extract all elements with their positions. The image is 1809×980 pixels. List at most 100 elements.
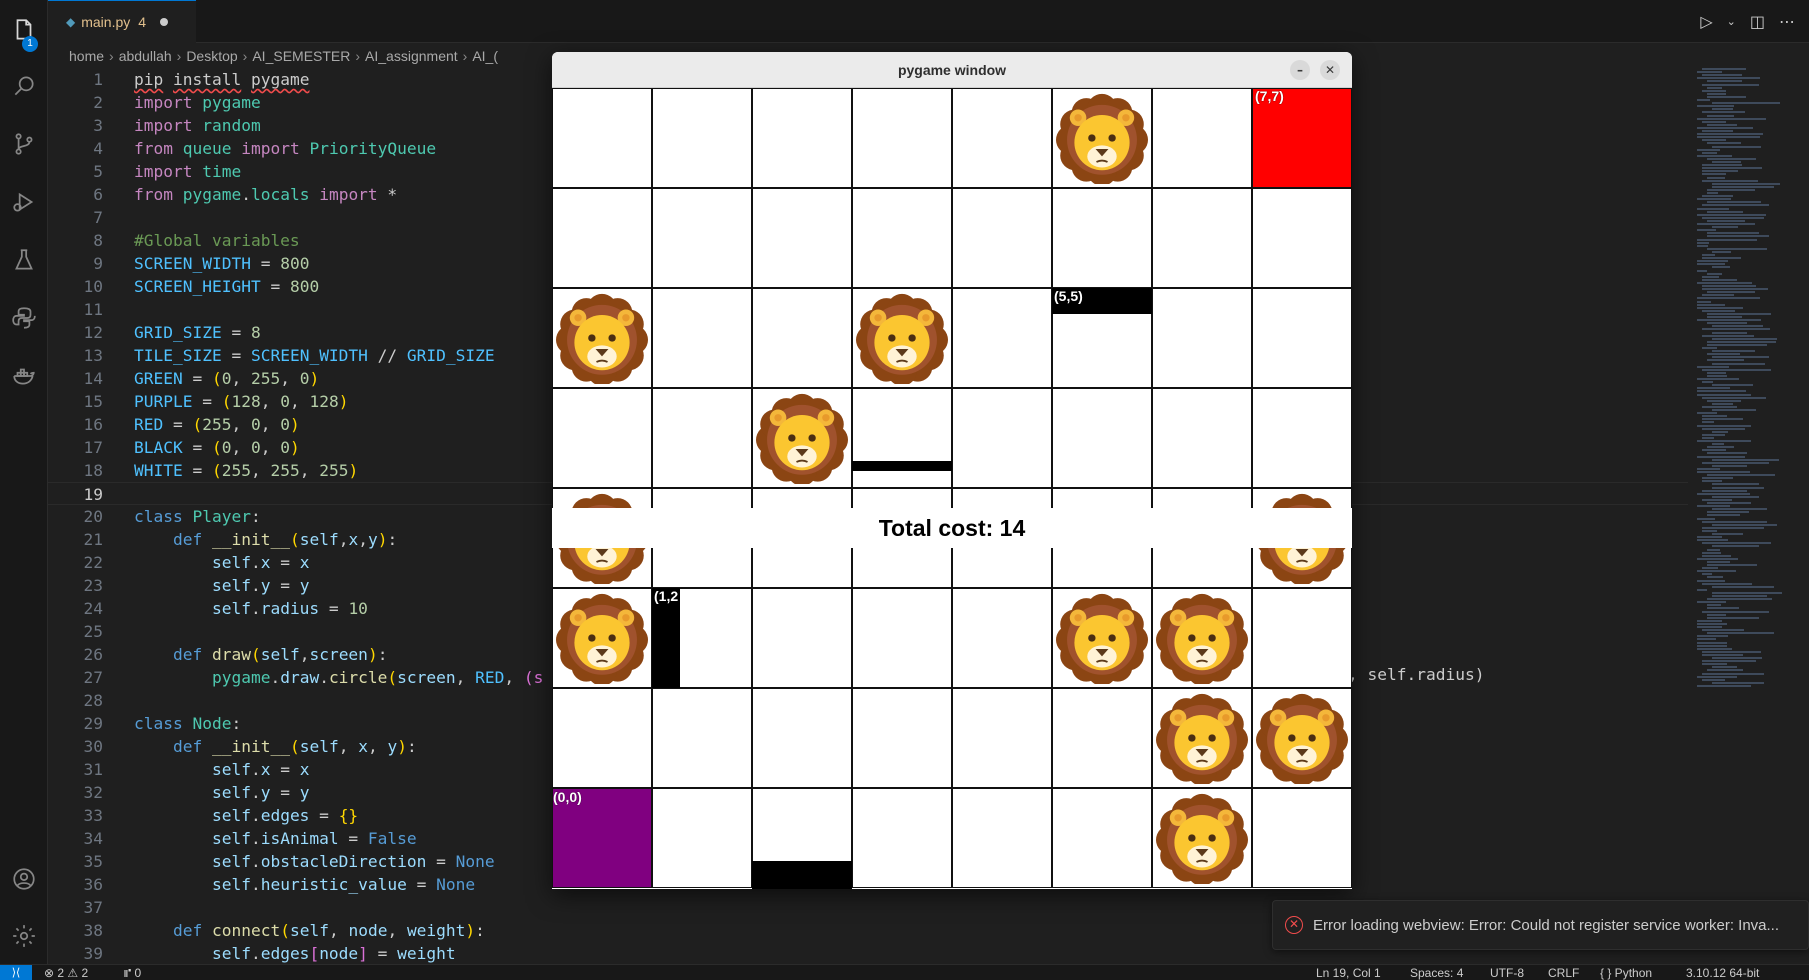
status-indentation[interactable]: Spaces: 4	[1410, 966, 1463, 980]
minimap-line	[1707, 598, 1772, 601]
minimap-line	[1707, 359, 1744, 362]
close-icon[interactable]: ✕	[1320, 60, 1340, 80]
status-ports[interactable]: ⑈ 0	[124, 966, 141, 980]
run-file-icon[interactable]: ▷	[1700, 12, 1712, 31]
minimap-line	[1697, 467, 1720, 470]
breadcrumb-item[interactable]: Desktop	[186, 48, 237, 64]
unsaved-dot-icon[interactable]	[160, 18, 169, 26]
minimap-line	[1712, 226, 1738, 229]
minimap-line	[1697, 281, 1753, 284]
minimap-line	[1707, 192, 1719, 194]
tab-file-name: main.py	[81, 14, 131, 30]
error-notification[interactable]: ✕ Error loading webview: Error: Could no…	[1272, 900, 1809, 950]
minimap-line	[1697, 644, 1727, 647]
minimap-line	[1697, 229, 1717, 232]
breadcrumb-item[interactable]: AI_assignment	[365, 48, 458, 64]
minimap-line	[1712, 657, 1763, 659]
grid-cell	[652, 788, 752, 888]
grid-cell	[652, 388, 752, 488]
minimap-line	[1707, 201, 1762, 204]
status-eol[interactable]: CRLF	[1548, 966, 1579, 980]
chevron-right-icon: ›	[462, 48, 468, 64]
minimap-line	[1697, 306, 1744, 309]
editor-scrollbar[interactable]	[1795, 68, 1809, 964]
minimap-line	[1697, 412, 1717, 415]
tab-main-py[interactable]: ◆ main.py 4	[48, 0, 196, 43]
grid-cell	[952, 588, 1052, 688]
minimap-line	[1712, 495, 1759, 498]
search-icon[interactable]	[0, 62, 48, 110]
minimap-line	[1702, 660, 1757, 663]
minimap-line	[1702, 334, 1755, 337]
minimap-line	[1712, 161, 1742, 163]
breadcrumb-item[interactable]: AI_SEMESTER	[252, 48, 350, 64]
files-icon[interactable]: 1	[0, 6, 48, 54]
breadcrumb: home › abdullah › Desktop › AI_SEMESTER › AI…	[69, 45, 498, 67]
minimize-icon[interactable]: –	[1290, 60, 1310, 80]
grid-cell	[952, 188, 1052, 288]
minimap-line	[1707, 607, 1740, 610]
minimap-line	[1712, 266, 1731, 269]
minimap-line	[1697, 148, 1721, 151]
grid-cell	[852, 588, 952, 688]
pygame-canvas[interactable]: (7,7) (0,0) (5,5) (1,2 Total cost: 14	[552, 88, 1352, 889]
minimap-line	[1712, 595, 1768, 597]
minimap-line	[1702, 582, 1753, 585]
minimap-line	[1702, 204, 1770, 207]
minimap-line	[1712, 362, 1766, 365]
status-problems[interactable]: ⊗ 2 ⚠ 2	[44, 966, 88, 980]
lion-icon	[1156, 692, 1248, 786]
minimap-line	[1697, 570, 1737, 573]
error-icon: ✕	[1285, 916, 1303, 934]
docker-icon[interactable]	[0, 352, 48, 400]
account-icon[interactable]	[0, 855, 48, 903]
pygame-window[interactable]: pygame window – ✕ (7,7) (0,0) (5,5) (1,2 Tot…	[552, 52, 1352, 889]
minimap-line	[1697, 223, 1755, 225]
status-encoding[interactable]: UTF-8	[1490, 966, 1524, 980]
minimap-line	[1702, 405, 1738, 408]
grid-cell	[852, 388, 952, 488]
minimap-line	[1702, 477, 1734, 480]
pygame-titlebar[interactable]: pygame window – ✕	[552, 52, 1352, 88]
source-control-icon[interactable]	[0, 120, 48, 168]
settings-gear-icon[interactable]	[0, 912, 48, 960]
minimap-line	[1697, 471, 1751, 473]
split-editor-icon[interactable]: ◫	[1750, 12, 1765, 31]
minimap-line	[1707, 514, 1741, 517]
run-dropdown-chevron-icon[interactable]: ⌄	[1727, 15, 1736, 28]
python-icon[interactable]	[0, 294, 48, 342]
obstacle-wall	[852, 461, 952, 471]
more-actions-icon[interactable]: ⋯	[1779, 12, 1795, 31]
minimap-line	[1697, 133, 1763, 136]
grid-cell	[852, 188, 952, 288]
breadcrumb-item[interactable]: abdullah	[119, 48, 172, 64]
minimap[interactable]	[1697, 68, 1795, 708]
grid-cell	[752, 188, 852, 288]
grid-cell	[1252, 388, 1352, 488]
status-cursor-position[interactable]: Ln 19, Col 1	[1316, 966, 1381, 980]
minimap-line	[1702, 278, 1737, 281]
editor-actions: ▷ ⌄ ◫ ⋯	[1700, 0, 1809, 43]
status-interpreter[interactable]: 3.10.12 64-bit	[1686, 966, 1759, 980]
minimap-line	[1712, 145, 1762, 148]
minimap-line	[1702, 498, 1733, 501]
breadcrumb-item[interactable]: home	[69, 48, 104, 64]
testing-icon[interactable]	[0, 236, 48, 284]
remote-indicator-icon[interactable]: ⟩⟨	[0, 965, 32, 980]
minimap-line	[1697, 579, 1726, 582]
minimap-line	[1707, 548, 1721, 551]
chevron-right-icon: ›	[242, 48, 248, 64]
grid-cell	[852, 788, 952, 888]
minimap-line	[1697, 244, 1709, 247]
minimap-line	[1702, 381, 1714, 384]
run-debug-icon[interactable]	[0, 178, 48, 226]
minimap-line	[1702, 74, 1743, 77]
breadcrumb-item[interactable]: AI_(	[472, 48, 498, 64]
status-language[interactable]: { } Python	[1600, 966, 1652, 980]
minimap-line	[1697, 622, 1727, 625]
minimap-line	[1702, 120, 1726, 123]
minimap-line	[1702, 520, 1768, 523]
minimap-line	[1702, 328, 1771, 331]
chevron-right-icon: ›	[109, 48, 114, 64]
minimap-line	[1702, 347, 1717, 349]
